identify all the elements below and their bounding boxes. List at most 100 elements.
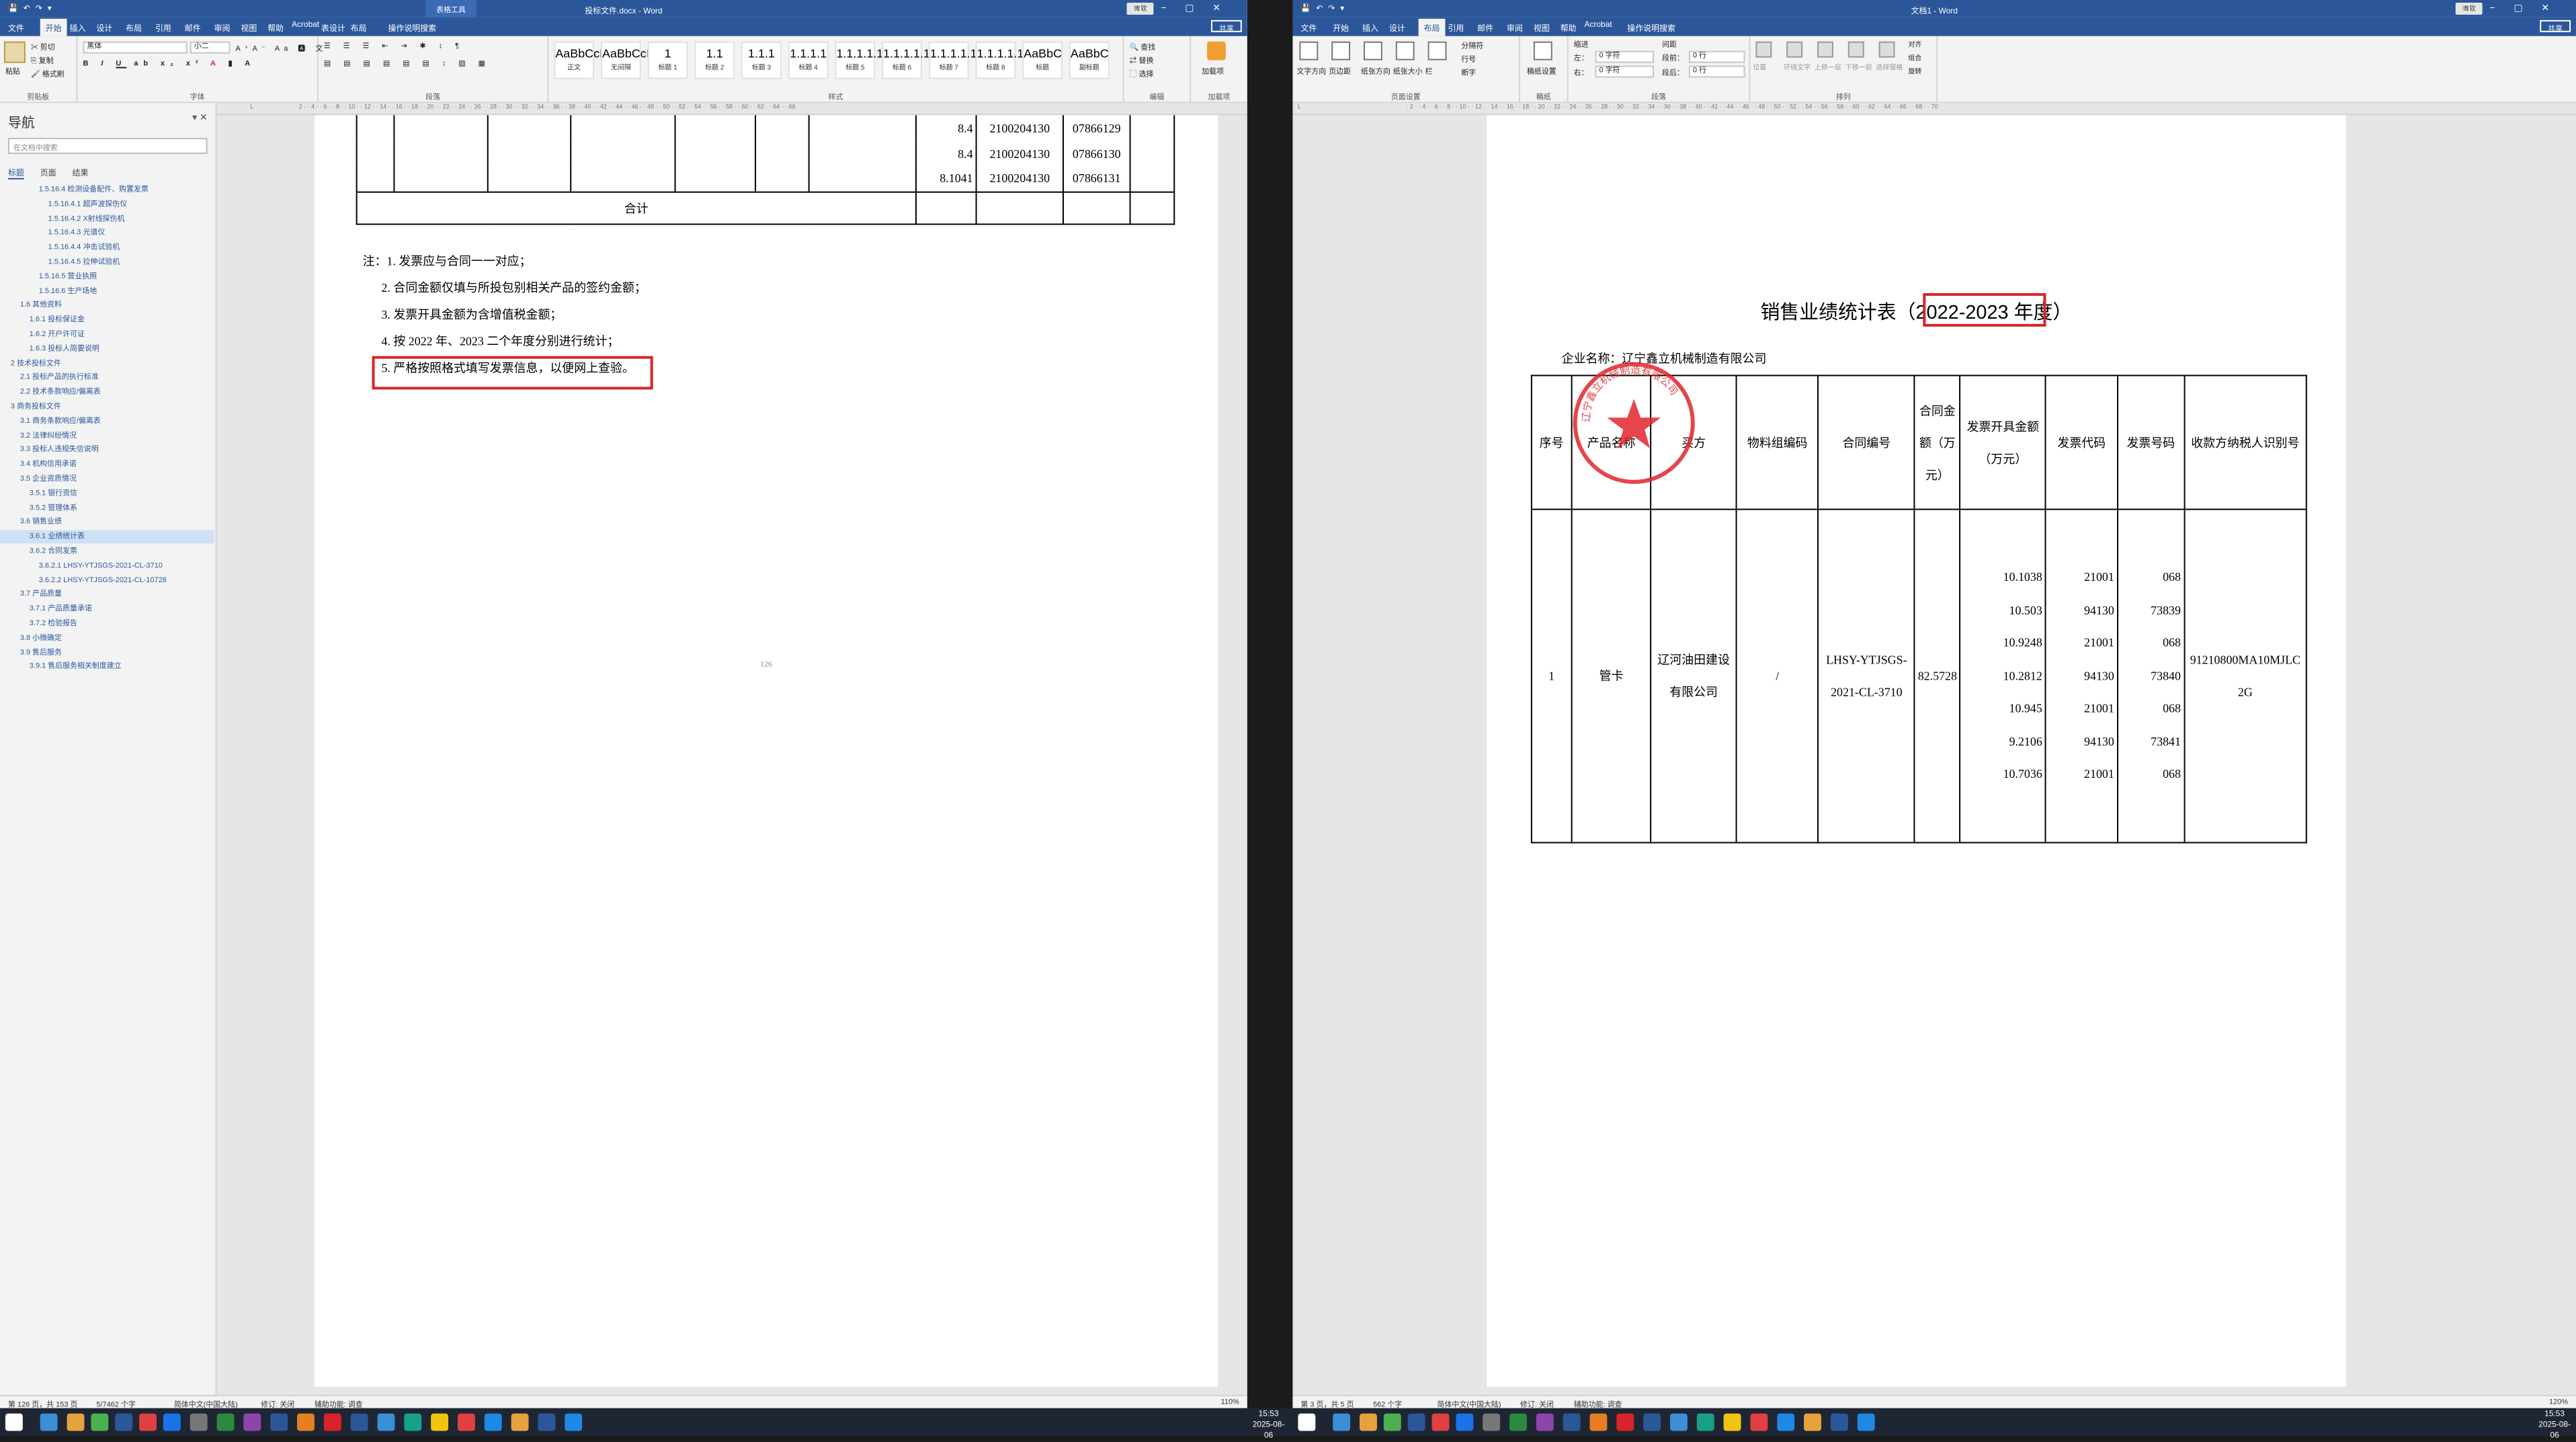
taskbar-app-icon[interactable]	[1509, 1413, 1527, 1431]
taskbar-app-icon[interactable]	[538, 1413, 556, 1431]
clock-left[interactable]: 15:53 2025-08-06	[1251, 1410, 1286, 1442]
taskbar-app-icon[interactable]	[190, 1413, 208, 1431]
cut-button[interactable]: ✂ 剪切	[31, 42, 55, 52]
status-accessibility[interactable]: 辅助功能: 调查	[315, 1399, 363, 1408]
nav-heading-item[interactable]: 1.5.16.4 检测设备配件、购置发票	[0, 184, 214, 197]
horizontal-ruler[interactable]: L · 2 · · 4 · · 6 · · 8 · · 10 · · 12 · …	[1292, 103, 2576, 116]
taskbar-app-icon[interactable]	[297, 1413, 315, 1431]
nav-heading-item[interactable]: 2 技术投标文件	[0, 357, 214, 370]
page-setup-icon[interactable]	[1299, 41, 1319, 61]
nav-heading-item[interactable]: 3.8 小微确定	[0, 631, 214, 645]
arrange-item[interactable]: 选择窗格	[1876, 63, 1903, 73]
tab-11[interactable]: 表设计	[321, 22, 345, 34]
nav-close-icon[interactable]: ▾ ✕	[192, 112, 208, 123]
style-5[interactable]: 1.1.1.1 标题 4	[788, 41, 829, 79]
addins-button[interactable]: 加载项	[1202, 66, 1224, 77]
taskbar-app-icon[interactable]	[1298, 1413, 1316, 1431]
style-9[interactable]: 1.1.1.1.1 标题 8	[975, 41, 1024, 79]
style-6[interactable]: 1.1.1.1.1 标题 5	[835, 41, 883, 79]
nav-tab-results[interactable]: 结果	[73, 166, 89, 178]
tab-10[interactable]: Acrobat	[1585, 22, 1612, 30]
tab-0[interactable]: 文件	[1300, 22, 1317, 34]
nav-heading-item[interactable]: 1.5.16.6 生产场地	[0, 284, 214, 298]
tab-12[interactable]: 布局	[351, 22, 367, 34]
nav-heading-item[interactable]: 3.7 产品质量	[0, 588, 214, 602]
taskbar-app-icon[interactable]	[1777, 1413, 1795, 1431]
taskbar-app-icon[interactable]	[1830, 1413, 1848, 1431]
status-page[interactable]: 第 126 页，共 153 页	[8, 1399, 77, 1408]
nav-heading-item[interactable]: 3.7.2 检验报告	[0, 617, 214, 631]
arrange-item[interactable]: 位置	[1753, 63, 1766, 73]
tell-me-search[interactable]: 操作说明搜索	[1627, 22, 1675, 34]
status-words[interactable]: 5/7462 个字	[96, 1399, 135, 1408]
taskbar-app-icon[interactable]	[1643, 1413, 1661, 1431]
tab-1[interactable]: 开始	[1333, 22, 1349, 34]
list-buttons[interactable]: ☰ ☰ ☰ ⇤ ⇥ ✱ ↕ ¶	[324, 43, 464, 51]
taskbar-app-icon[interactable]	[484, 1413, 502, 1431]
status-language[interactable]: 简体中文(中国大陆)	[174, 1399, 238, 1408]
tab-9[interactable]: 帮助	[1561, 22, 1577, 34]
arrange-icon[interactable]	[1755, 41, 1772, 58]
taskbar-app-icon[interactable]	[511, 1413, 529, 1431]
tab-2[interactable]: 插入	[1362, 22, 1378, 34]
taskbar-app-icon[interactable]	[1360, 1413, 1377, 1431]
tab-8[interactable]: 视图	[241, 22, 257, 34]
taskbar-app-icon[interactable]	[1616, 1413, 1634, 1431]
taskbar-app-icon[interactable]	[1696, 1413, 1714, 1431]
arrange-item[interactable]: 上移一层	[1815, 63, 1841, 73]
nav-heading-item[interactable]: 2.1 投标产品的执行标准	[0, 371, 214, 385]
taskbar-app-icon[interactable]	[5, 1413, 23, 1431]
taskbar-app-icon[interactable]	[1383, 1413, 1401, 1431]
taskbar-app-icon[interactable]	[1669, 1413, 1688, 1431]
share-button[interactable]: 共享	[1210, 19, 1242, 34]
arrange-item[interactable]: 组合	[1908, 54, 1921, 63]
nav-tab-pages[interactable]: 页面	[40, 166, 56, 178]
tab-6[interactable]: 邮件	[185, 22, 201, 34]
indent-left-input[interactable]: 0 字符	[1595, 50, 1655, 63]
page-setup-item[interactable]: 纸张方向	[1361, 66, 1390, 77]
nav-heading-item[interactable]: 3.4 机构信用承诺	[0, 458, 214, 471]
style-7[interactable]: 1.1.1.1.1 标题 6	[882, 41, 930, 79]
style-8[interactable]: 1.1.1.1.1 标题 7	[928, 41, 977, 79]
nav-heading-item[interactable]: 3.9.1 售后服务相关制度建立	[0, 660, 214, 674]
status-language[interactable]: 简体中文(中国大陆)	[1438, 1399, 1501, 1408]
nav-heading-item[interactable]: 3.6.1 业绩统计表	[0, 530, 214, 544]
nav-heading-item[interactable]: 3.6.2.1 LHSY-YTJSGS-2021-CL-3710	[0, 559, 214, 573]
indent-right-input[interactable]: 0 字符	[1595, 65, 1655, 78]
draft-icon[interactable]	[1533, 41, 1552, 61]
tab-0[interactable]: 文件	[8, 22, 24, 34]
copy-button[interactable]: ⎘ 复制	[31, 55, 54, 67]
taskbar-app-icon[interactable]	[1456, 1413, 1474, 1431]
page-setup-item[interactable]: 页边距	[1329, 66, 1351, 77]
status-track[interactable]: 修订: 关闭	[1520, 1399, 1554, 1408]
tab-5[interactable]: 引用	[155, 22, 171, 34]
taskbar-app-icon[interactable]	[216, 1413, 235, 1431]
page-setup-icon[interactable]	[1331, 41, 1351, 61]
nav-heading-item[interactable]: 3.6.2.2 LHSY-YTJSGS-2021-CL-10728	[0, 573, 214, 587]
tab-3[interactable]: 设计	[96, 22, 112, 34]
paste-icon[interactable]	[3, 41, 26, 63]
nav-heading-item[interactable]: 3.5.2 管理体系	[0, 502, 214, 515]
nav-heading-item[interactable]: 1.5.16.4.2 X射线探伤机	[0, 212, 214, 226]
taskbar-app-icon[interactable]	[1536, 1413, 1554, 1431]
format-painter-button[interactable]: 🖌 格式刷	[31, 69, 65, 79]
status-track[interactable]: 修订: 关闭	[261, 1399, 294, 1408]
page-setup-item[interactable]: 纸张大小	[1393, 66, 1423, 77]
taskbar-app-icon[interactable]	[1804, 1413, 1821, 1431]
taskbar-app-icon[interactable]	[404, 1413, 422, 1431]
replace-button[interactable]: ⇄ 替换	[1130, 55, 1154, 66]
page-setup-item[interactable]: 栏	[1425, 66, 1433, 77]
share-button[interactable]: 共享	[2540, 19, 2571, 34]
draft-button[interactable]: 稿纸设置	[1527, 66, 1556, 77]
find-button[interactable]: 🔍 查找	[1130, 42, 1156, 52]
taskbar-app-icon[interactable]	[1857, 1413, 1875, 1431]
font-size-dropdown[interactable]: 小二	[190, 41, 231, 54]
nav-heading-item[interactable]: 3.6.2 合同发票	[0, 545, 214, 558]
page-setup-item[interactable]: 断字	[1461, 67, 1476, 78]
page-setup-icon[interactable]	[1427, 41, 1447, 61]
font-format-buttons[interactable]: B I U ab x₂ x² A ▮ A	[83, 61, 255, 69]
style-11[interactable]: AaBbC 副标题	[1069, 41, 1110, 79]
tab-7[interactable]: 审阅	[1507, 22, 1523, 34]
tab-7[interactable]: 审阅	[214, 22, 231, 34]
nav-heading-item[interactable]: 3.6 销售业绩	[0, 516, 214, 529]
